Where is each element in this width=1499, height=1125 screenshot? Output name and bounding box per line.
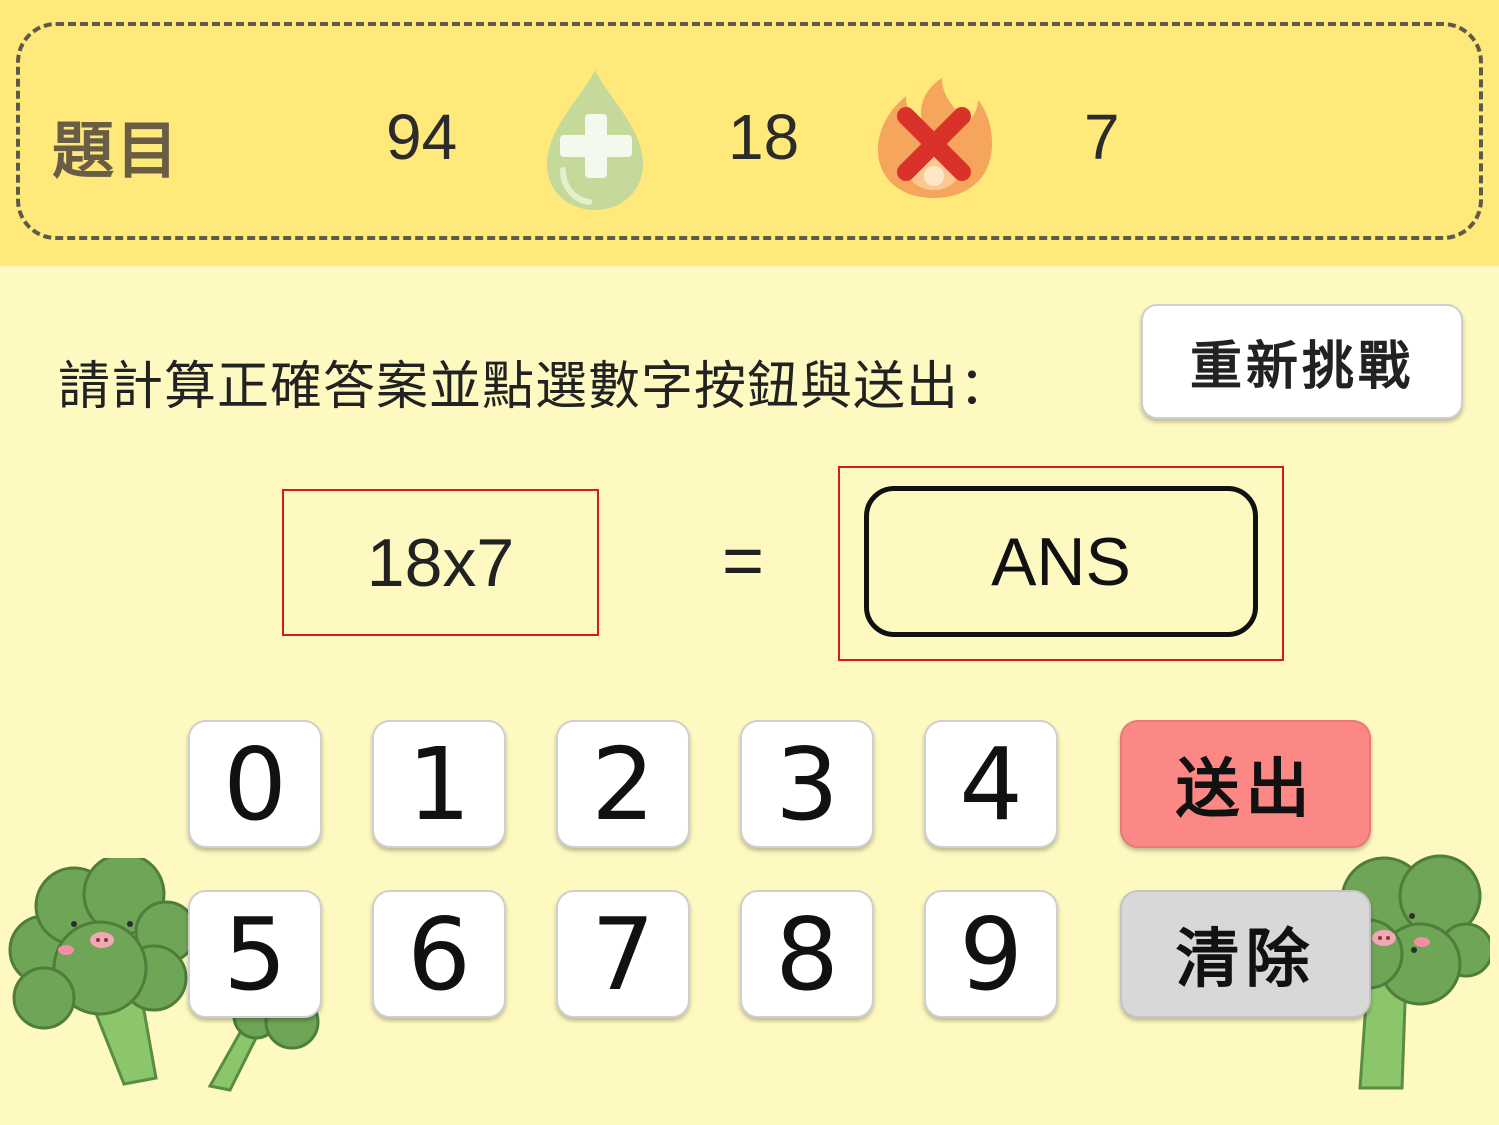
- answer-field[interactable]: ANS: [864, 486, 1258, 637]
- digit-6-button[interactable]: 6: [372, 890, 506, 1018]
- submit-button[interactable]: 送出: [1120, 720, 1371, 848]
- digit-5-button[interactable]: 5: [188, 890, 322, 1018]
- instruction-text: 請計算正確答案並點選數字按鈕與送出：: [58, 357, 1013, 417]
- digit-1-button[interactable]: 1: [372, 720, 506, 848]
- digit-9-button[interactable]: 9: [924, 890, 1058, 1018]
- equals-sign: =: [722, 521, 765, 601]
- retry-button[interactable]: 重新挑戰: [1141, 304, 1463, 419]
- question-label: 題目: [52, 114, 181, 187]
- question-expression: 18x7: [282, 489, 599, 636]
- clear-button[interactable]: 清除: [1120, 890, 1371, 1018]
- score-value: 94: [386, 101, 458, 173]
- digit-7-button[interactable]: 7: [556, 890, 690, 1018]
- green-drop-plus-icon: [547, 70, 643, 210]
- digit-2-button[interactable]: 2: [556, 720, 690, 848]
- operand-a-value: 18: [728, 101, 800, 173]
- digit-0-button[interactable]: 0: [188, 720, 322, 848]
- fire-cross-icon: [877, 78, 992, 198]
- operand-b-value: 7: [1084, 101, 1120, 173]
- digit-8-button[interactable]: 8: [740, 890, 874, 1018]
- digit-3-button[interactable]: 3: [740, 720, 874, 848]
- digit-4-button[interactable]: 4: [924, 720, 1058, 848]
- broccoli-left-icon: [8, 858, 198, 1086]
